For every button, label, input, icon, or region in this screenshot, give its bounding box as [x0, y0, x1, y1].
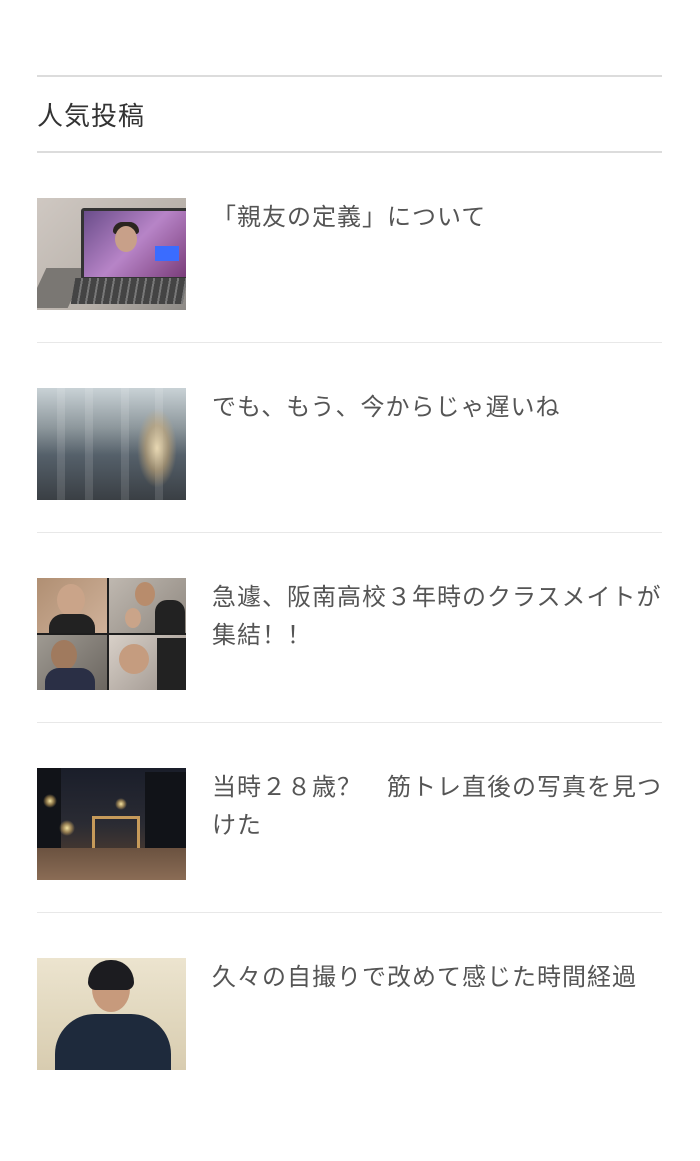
post-title-link[interactable]: 急遽、阪南高校３年時のクラスメイトが集結！！ [212, 578, 662, 654]
post-thumbnail[interactable] [37, 958, 186, 1070]
post-thumbnail[interactable] [37, 198, 186, 310]
post-thumbnail[interactable] [37, 768, 186, 880]
post-thumbnail[interactable] [37, 578, 186, 690]
post-item[interactable]: 「親友の定義」について [37, 153, 662, 343]
post-title-link[interactable]: 「親友の定義」について [212, 198, 662, 236]
post-title-link[interactable]: 久々の自撮りで改めて感じた時間経過 [212, 958, 662, 996]
post-item[interactable]: でも、もう、今からじゃ遅いね [37, 343, 662, 533]
post-thumbnail[interactable] [37, 388, 186, 500]
widget-title: 人気投稿 [37, 101, 146, 132]
post-list: 「親友の定義」について でも、もう、今からじゃ遅いね 急遽、阪南高校３年時のクラ… [37, 153, 662, 1103]
post-title-link[interactable]: でも、もう、今からじゃ遅いね [212, 388, 662, 426]
post-item[interactable]: 急遽、阪南高校３年時のクラスメイトが集結！！ [37, 533, 662, 723]
post-title-link[interactable]: 当時２８歳？ 筋トレ直後の写真を見つけた [212, 768, 662, 844]
post-item[interactable]: 当時２８歳？ 筋トレ直後の写真を見つけた [37, 723, 662, 913]
widget-header: 人気投稿 [37, 75, 662, 153]
popular-posts-widget: 人気投稿 「親友の定義」について でも、もう、今からじゃ遅いね 急遽、阪南高校３… [37, 75, 662, 1103]
post-item[interactable]: 久々の自撮りで改めて感じた時間経過 [37, 913, 662, 1103]
